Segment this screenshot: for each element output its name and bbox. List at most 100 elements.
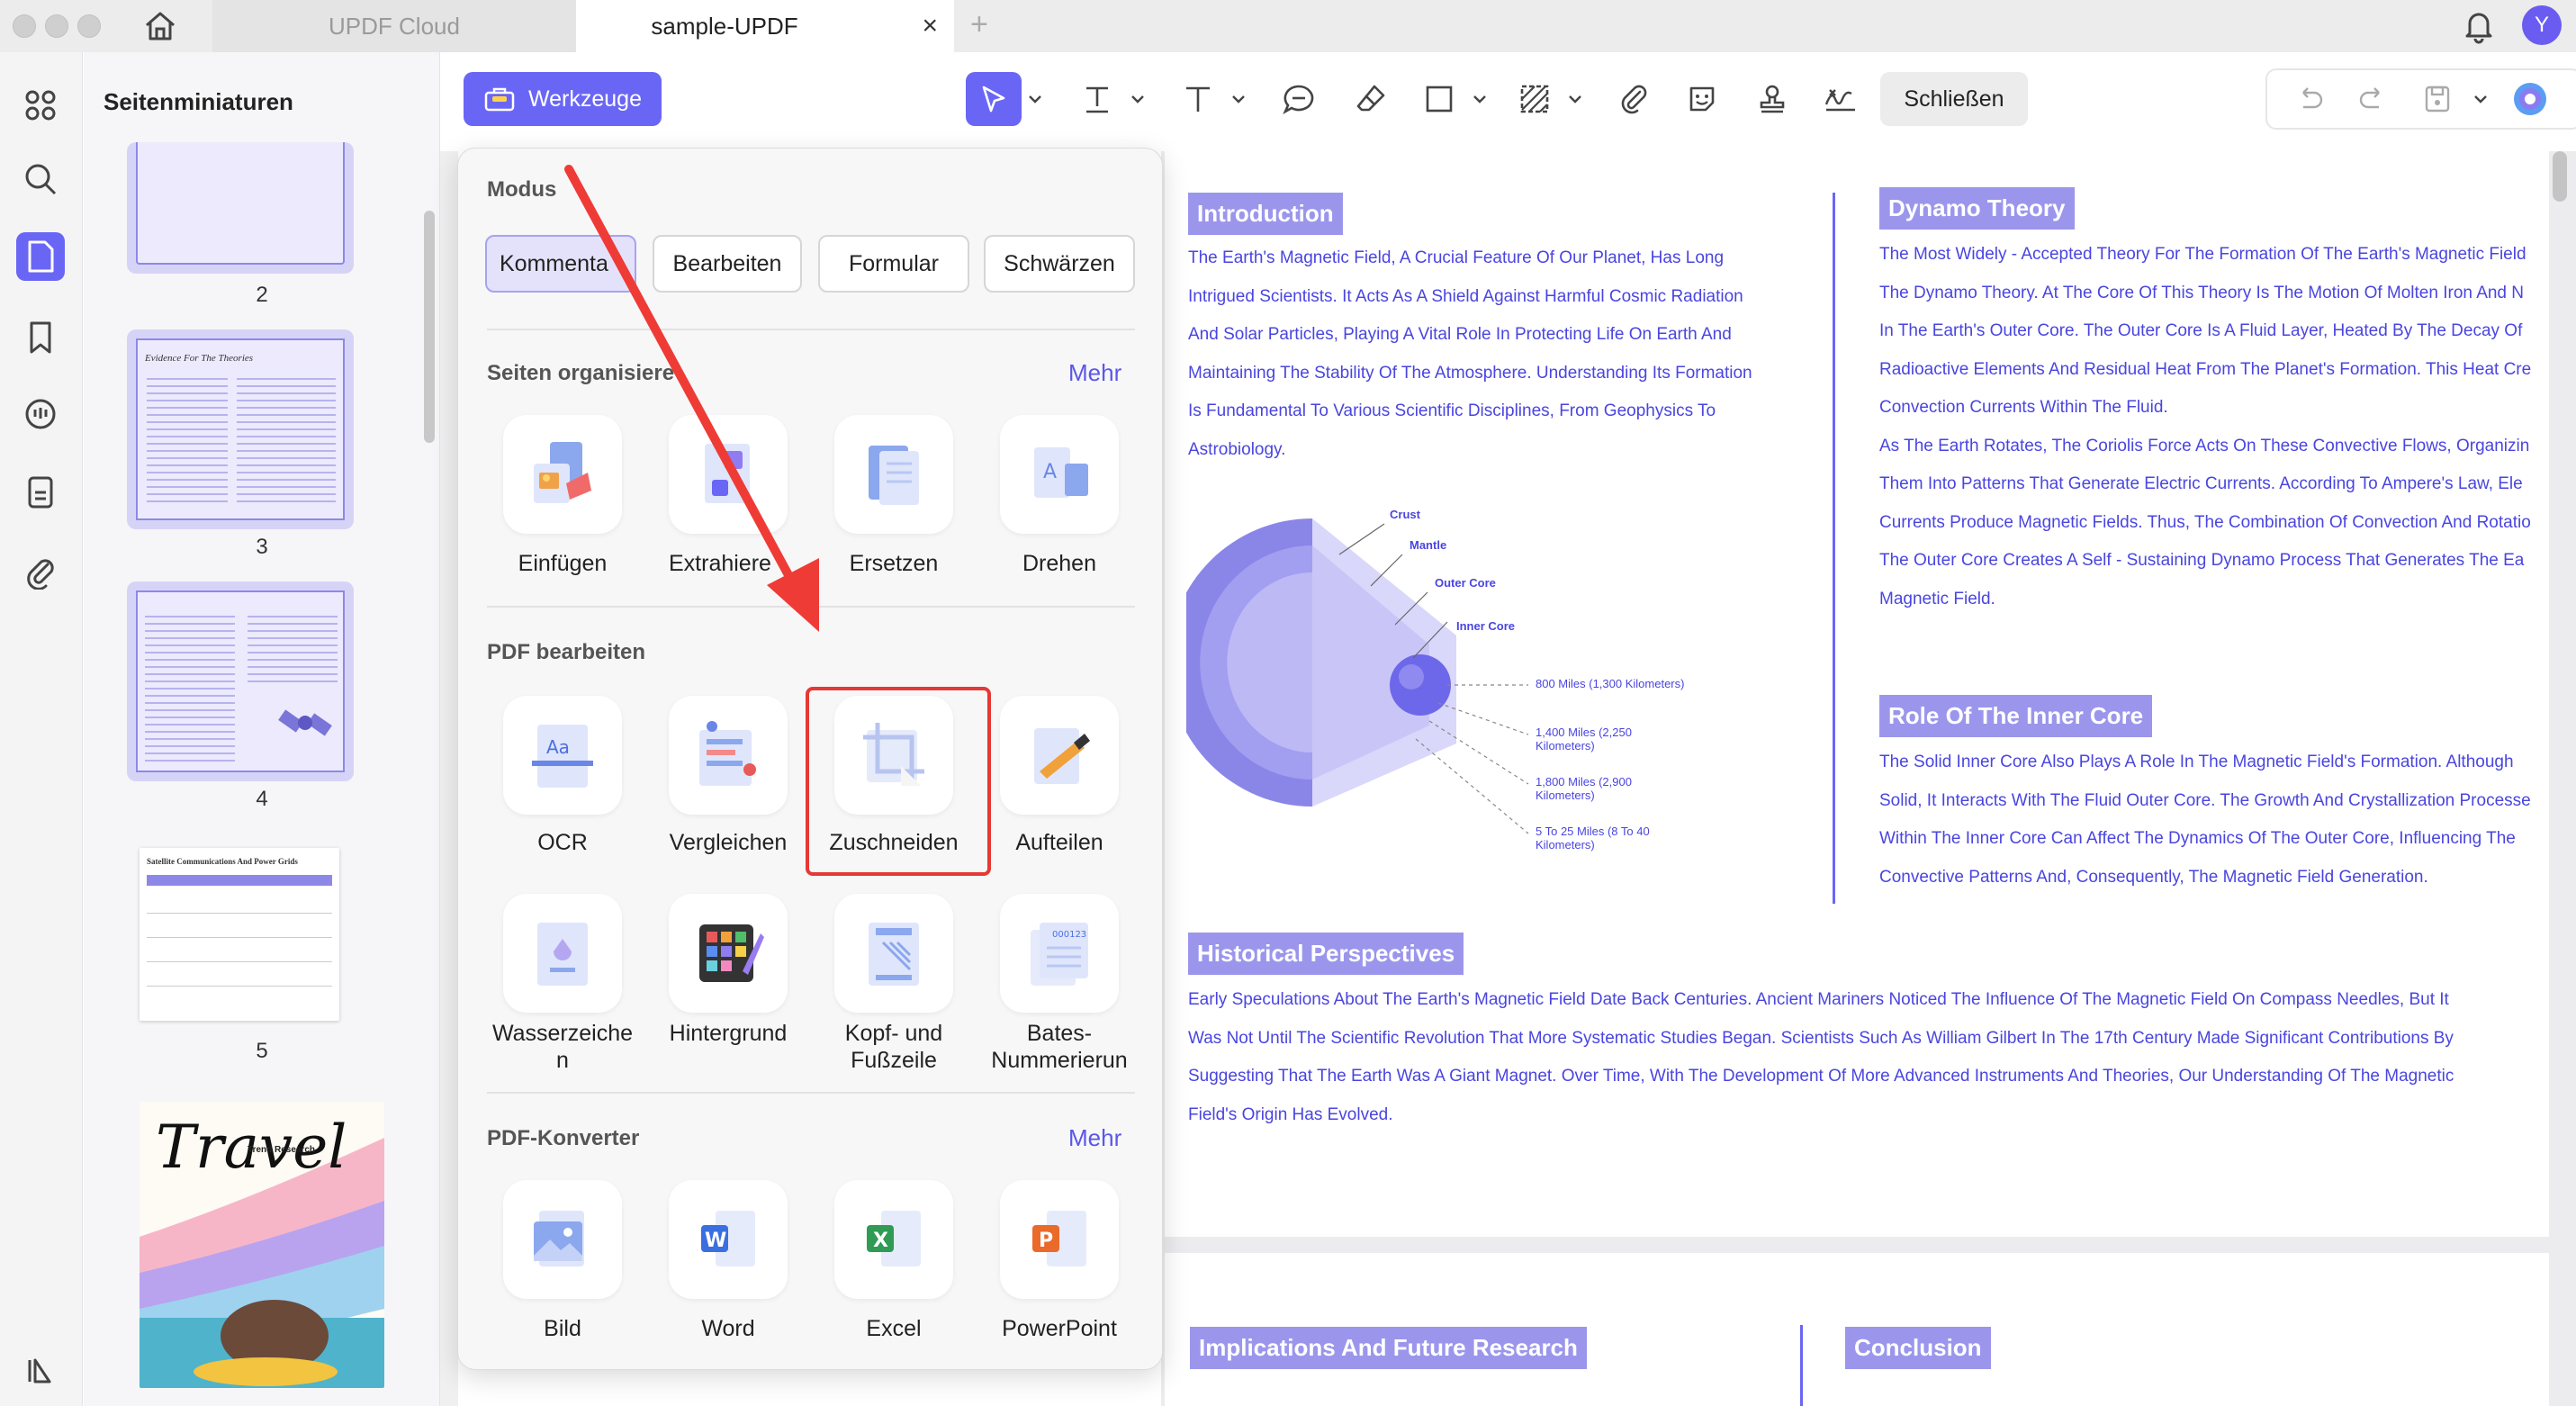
column-divider [1833,193,1835,904]
chevron-down-icon[interactable] [1126,72,1149,126]
svg-text:A: A [1043,461,1057,483]
page-thumbnail-6[interactable]: Travel Trend Research [140,1102,384,1388]
chevron-down-icon[interactable] [1468,72,1491,126]
select-tool-button[interactable] [966,72,1022,126]
convert-powerpoint-button[interactable]: P [1000,1180,1119,1299]
search-icon[interactable] [16,155,65,203]
thumb-title: Evidence For The Theories [145,353,254,364]
compare-tool-button[interactable] [669,696,788,815]
mode-label: Schwärzen [1004,250,1115,276]
page-thumbnail-3[interactable]: Evidence For The Theories [127,329,354,529]
attachment-icon[interactable] [16,547,65,596]
text-icon[interactable] [1171,72,1225,126]
watermark-tool-button[interactable] [503,894,622,1013]
mode-schwaerzen-button[interactable]: Schwärzen [984,235,1135,293]
tab-sample-updf[interactable]: sample-UPDF × [576,0,954,52]
stamp-icon[interactable] [1745,72,1799,126]
avatar[interactable]: Y [2522,5,2562,45]
divider [487,1092,1135,1094]
svg-text:X: X [873,1230,888,1252]
close-tab-icon[interactable]: × [922,11,938,41]
chevron-down-icon[interactable] [1023,72,1047,126]
organize-more-link[interactable]: Mehr [1068,359,1121,387]
comment-icon[interactable] [1272,72,1326,126]
watermark-icon [537,923,588,986]
earth-layers-diagram: Crust Mantle Outer Core Inner Core 800 M… [1186,508,1690,852]
sticker-icon[interactable] [1675,72,1729,126]
tab-updf-cloud[interactable]: UPDF Cloud [212,0,576,52]
bell-icon[interactable] [2463,8,2495,44]
tool-label: Aufteilen [1015,830,1103,855]
thumbnail-sidebar: Seitenminiaturen 2 Evidence For The Theo… [84,52,440,1406]
split-tool-button[interactable] [1000,696,1119,815]
convert-word-button[interactable]: W [669,1180,788,1299]
replace-pages-icon [869,446,919,505]
attachment-icon[interactable] [1607,72,1661,126]
background-tool-button[interactable] [669,894,788,1013]
tab-label: sample-UPDF [651,12,798,40]
label-crust: Crust [1390,508,1420,521]
header-footer-tool-button[interactable] [834,894,953,1013]
page-number: 5 [256,1039,268,1063]
comments-icon[interactable] [16,391,65,439]
eraser-icon[interactable] [1344,72,1398,126]
undo-icon[interactable] [2283,72,2336,126]
page-thumbnail-4[interactable] [127,581,354,781]
grid-icon[interactable] [16,81,65,130]
tool-label: Bates- Nummerierun [991,1021,1128,1073]
dynamo-paragraph: The Most Widely - Accepted Theory For Th… [1879,245,2532,608]
tool-label: Excel [866,1316,922,1341]
signature-icon[interactable] [1814,72,1868,126]
layers-icon[interactable] [16,1347,65,1395]
schliessen-label: Schließen [1904,86,2004,112]
sidebar-scrollbar[interactable] [424,211,435,443]
tool-label: Hintergrund [669,1021,788,1046]
page-icon[interactable] [16,468,65,517]
left-rail [0,52,83,1406]
header-footer-icon [869,923,919,986]
ai-assistant-icon[interactable] [2503,72,2557,126]
area-hatch-icon[interactable] [1508,72,1562,126]
save-icon[interactable] [2411,72,2463,126]
rotate-pages-icon: A [1034,447,1088,498]
svg-text:Aa: Aa [546,736,570,758]
svg-text:P: P [1039,1230,1053,1252]
new-tab-icon[interactable]: + [970,7,988,42]
chevron-down-icon[interactable] [1227,72,1250,126]
redo-icon[interactable] [2346,72,2399,126]
document-scrollbar[interactable] [2553,151,2567,202]
label-inner-core: Inner Core [1456,619,1516,633]
thumb-title: Satellite Communications And Power Grids [147,857,298,866]
intro-paragraph: The Earth's Magnetic Field, A Crucial Fe… [1188,248,1752,459]
converter-more-link[interactable]: Mehr [1068,1124,1121,1152]
bates-tool-button[interactable]: 000123 [1000,894,1119,1013]
bookmark-icon[interactable] [16,313,65,362]
window-close-button[interactable] [13,14,36,38]
pdf-page: Implications And Future Research Conclus… [1165,1253,2549,1406]
page-number: 2 [256,283,268,307]
convert-excel-button[interactable]: X [834,1180,953,1299]
convert-image-button[interactable] [503,1180,622,1299]
home-icon[interactable] [142,9,178,43]
tab-label: UPDF Cloud [329,12,460,40]
bates-numbering-icon: 000123 [1031,923,1088,986]
heading-implications: Implications And Future Research [1190,1327,1587,1369]
rotate-tool-button[interactable]: A [1000,415,1119,534]
thumbnails-icon[interactable] [16,232,65,281]
heading-introduction: Introduction [1188,193,1343,235]
rectangle-icon[interactable] [1412,72,1466,126]
werkzeuge-button[interactable]: Werkzeuge [464,72,662,126]
ocr-tool-button[interactable]: Aa [503,696,622,815]
text-underline-icon[interactable] [1070,72,1124,126]
toolbox-icon [484,87,515,112]
window-minimize-button[interactable] [45,14,68,38]
chevron-down-icon[interactable] [2469,72,2492,126]
page-thumbnail-2[interactable] [127,142,354,274]
page-number: 3 [256,535,268,559]
replace-tool-button[interactable] [834,415,953,534]
window-zoom-button[interactable] [77,14,101,38]
chevron-down-icon[interactable] [1563,72,1587,126]
schliessen-button[interactable]: Schließen [1880,72,2028,126]
page-thumbnail-5[interactable]: Satellite Communications And Power Grids [140,848,339,1021]
heading-dynamo-theory: Dynamo Theory [1879,187,2075,230]
